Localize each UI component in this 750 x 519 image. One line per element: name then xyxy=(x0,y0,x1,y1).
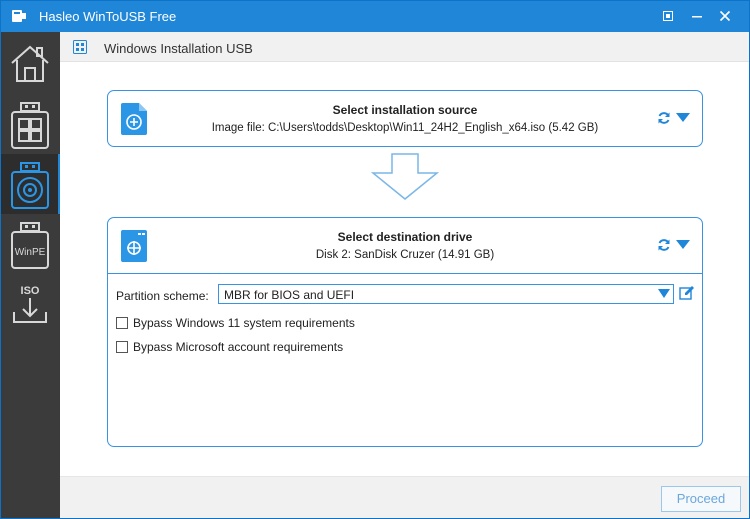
minimize-button[interactable] xyxy=(685,5,709,27)
usb-grid-icon xyxy=(73,40,87,54)
partition-scheme-select[interactable]: MBR for BIOS and UEFI xyxy=(218,284,674,304)
chevron-down-icon[interactable] xyxy=(676,240,690,250)
destination-title: Select destination drive xyxy=(337,230,473,244)
main-content: Select installation source Image file: C… xyxy=(60,62,749,476)
footer-bar: Proceed xyxy=(60,476,749,518)
chevron-down-icon[interactable] xyxy=(676,113,690,123)
bypass-account-requirements-label[interactable]: Bypass Microsoft account requirements xyxy=(133,340,343,354)
menu-icon xyxy=(663,11,673,21)
source-title: Select installation source xyxy=(332,103,478,117)
bypass-win11-requirements-label[interactable]: Bypass Windows 11 system requirements xyxy=(133,316,355,330)
partition-scheme-value: MBR for BIOS and UEFI xyxy=(224,288,355,302)
sidebar-item-windows-installation-usb[interactable] xyxy=(1,154,60,214)
sidebar-item-windows-to-go[interactable] xyxy=(1,94,60,154)
sidebar-item-iso[interactable]: ISO xyxy=(1,274,60,334)
edit-icon[interactable] xyxy=(679,285,695,301)
bypass-win11-requirements-checkbox[interactable] xyxy=(116,317,128,329)
app-window: Hasleo WinToUSB Free WinPE ISO Windows I… xyxy=(0,0,750,519)
refresh-icon[interactable] xyxy=(657,238,671,252)
bypass-account-requirements-checkbox[interactable] xyxy=(116,341,128,353)
winpe-icon: WinPE xyxy=(11,222,49,269)
menu-button[interactable] xyxy=(656,5,680,27)
close-icon xyxy=(719,10,731,22)
destination-card-header[interactable]: Select destination drive Disk 2: SanDisk… xyxy=(108,218,702,274)
chevron-down-icon xyxy=(658,289,670,298)
source-card[interactable]: Select installation source Image file: C… xyxy=(107,90,703,147)
source-card-header[interactable]: Select installation source Image file: C… xyxy=(108,91,702,148)
sidebar: WinPE ISO xyxy=(1,32,60,518)
close-button[interactable] xyxy=(713,5,737,27)
destination-card: Select destination drive Disk 2: SanDisk… xyxy=(107,217,703,447)
source-subtitle: Image file: C:\Users\todds\Desktop\Win11… xyxy=(211,122,599,134)
flow-arrow-icon xyxy=(371,153,439,200)
winpe-label: WinPE xyxy=(15,247,46,258)
refresh-icon[interactable] xyxy=(657,111,671,125)
sidebar-item-winpe[interactable]: WinPE xyxy=(1,214,60,274)
proceed-button[interactable]: Proceed xyxy=(661,486,741,512)
destination-subtitle: Disk 2: SanDisk Cruzer (14.91 GB) xyxy=(315,249,495,261)
iso-download-icon: ISO xyxy=(13,285,47,323)
app-logo-icon xyxy=(12,10,26,22)
installation-disc-icon xyxy=(11,162,49,209)
home-icon xyxy=(11,45,49,82)
sidebar-item-home[interactable] xyxy=(1,34,60,94)
iso-label: ISO xyxy=(21,285,40,297)
title-bar: Hasleo WinToUSB Free xyxy=(1,1,749,32)
minimize-icon xyxy=(692,16,702,18)
page-header: Windows Installation USB xyxy=(60,32,749,62)
page-title: Windows Installation USB xyxy=(104,41,253,56)
windows-usb-icon xyxy=(11,102,49,149)
window-title: Hasleo WinToUSB Free xyxy=(39,9,177,24)
partition-scheme-label: Partition scheme: xyxy=(116,289,209,303)
